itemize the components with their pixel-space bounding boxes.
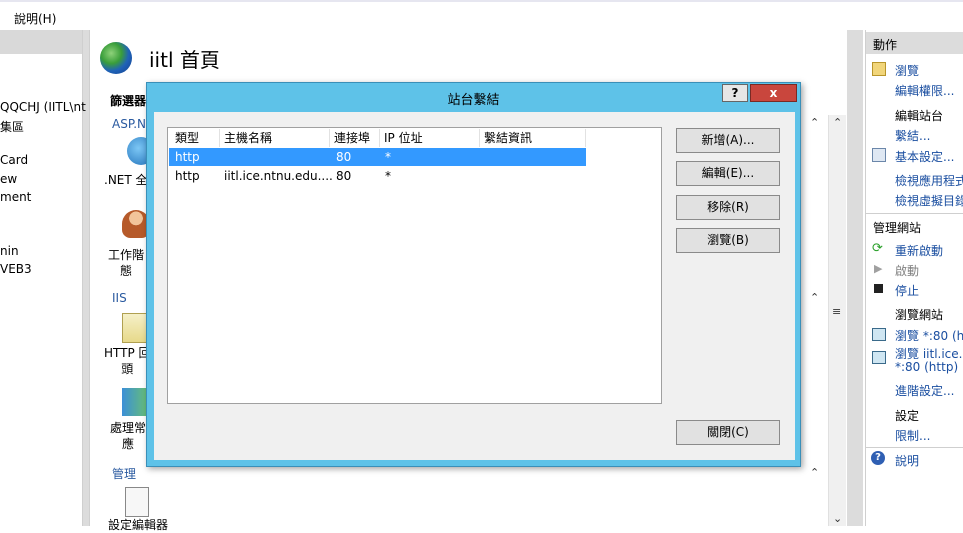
actions-title: 動作 (873, 38, 898, 52)
binding-row-selected[interactable] (169, 148, 586, 166)
section-iis: IIS (112, 291, 127, 305)
row2-ip: * (385, 169, 391, 183)
action-bindings[interactable]: 繫結... (895, 127, 930, 144)
globe-icon (100, 42, 132, 74)
feature-handler-label[interactable]: 處理常 應 (110, 420, 146, 452)
scroll-up-icon[interactable]: ⌃ (810, 116, 819, 129)
feature-session-label[interactable]: 工作階 態 (108, 247, 144, 279)
browse-80-icon (872, 328, 886, 341)
add-button[interactable]: 新增(A)... (676, 128, 780, 153)
tree-item-management[interactable]: ment (0, 190, 31, 204)
tree-item-card[interactable]: Card (0, 153, 28, 167)
connections-pane-header (0, 30, 82, 54)
row2-type: http (175, 169, 200, 183)
feature-dotnet-label[interactable]: .NET 全 (104, 172, 148, 188)
browse-folder-icon (872, 62, 886, 76)
settings-heading: 設定 (895, 409, 920, 423)
edit-site-heading: 編輯站台 (895, 109, 944, 123)
row1-ip: * (385, 150, 391, 164)
row2-host: iitl.ice.ntnu.edu.... (224, 169, 333, 183)
column-binding-info[interactable]: 繫結資訊 (480, 129, 586, 147)
actions-separator (866, 213, 963, 214)
browse-iitl-icon (872, 351, 886, 364)
page-title: iitl 首頁 (149, 48, 220, 72)
column-type[interactable]: 類型 (171, 129, 220, 147)
filter-label: 篩選器 (110, 94, 147, 108)
section-aspnet: ASP.N (112, 117, 146, 131)
scroll-grip-icon[interactable]: ≡ (832, 305, 841, 318)
dialog-close-button[interactable]: x (750, 84, 797, 102)
tree-item-web3[interactable]: VEB3 (0, 262, 32, 276)
menu-bar (0, 0, 963, 30)
basic-settings-icon (872, 148, 886, 162)
row1-port: 80 (336, 150, 352, 164)
edit-button[interactable]: 編輯(E)... (676, 161, 780, 186)
action-browse[interactable]: 瀏覽 (895, 62, 919, 79)
section-management: 管理 (112, 467, 137, 481)
action-view-applications[interactable]: 檢視應用程式 (895, 172, 963, 189)
action-stop[interactable]: 停止 (895, 282, 919, 299)
column-host-name[interactable]: 主機名稱 (220, 129, 330, 147)
column-ip-address[interactable]: IP 位址 (380, 129, 480, 147)
action-view-virtual-directories[interactable]: 檢視虛擬目錄 (895, 192, 963, 209)
menu-help[interactable]: 說明(H) (14, 10, 56, 27)
dialog-help-button[interactable]: ? (722, 84, 748, 102)
action-advanced-settings[interactable]: 進階設定... (895, 382, 954, 399)
stop-icon (874, 284, 883, 293)
action-start: 啟動 (895, 264, 920, 278)
start-icon: ▶ (874, 262, 883, 275)
action-browse-iitl-port[interactable]: *:80 (http) (895, 360, 958, 374)
remove-button[interactable]: 移除(R) (676, 195, 780, 220)
close-button[interactable]: 關閉(C) (676, 420, 780, 445)
row2-port: 80 (336, 169, 352, 183)
action-limits[interactable]: 限制... (895, 427, 930, 444)
tree-item-view[interactable]: ew (0, 172, 17, 186)
tree-item-server[interactable]: QQCHJ (IITL\nt (0, 100, 86, 114)
restart-icon: ⟳ (872, 241, 883, 256)
help-icon: ? (871, 451, 885, 465)
tree-item-app-pools[interactable]: 集區 (0, 118, 24, 135)
scroll-down-arrow-icon[interactable]: ⌄ (833, 512, 842, 525)
dialog-title: 站台繫結 (447, 93, 500, 108)
column-port[interactable]: 連接埠 (330, 129, 380, 147)
feature-http-label[interactable]: HTTP 回 頭 (104, 345, 151, 377)
action-browse-80[interactable]: 瀏覽 *:80 (ht (895, 327, 963, 344)
collapse-iis-icon[interactable]: ⌃ (810, 291, 819, 304)
tree-item-admin[interactable]: nin (0, 244, 19, 258)
configuration-editor-icon[interactable] (125, 487, 149, 517)
feature-config-editor-label[interactable]: 設定編輯器 (108, 517, 168, 533)
scroll-up-arrow-icon[interactable]: ⌃ (833, 116, 842, 129)
actions-separator-2 (866, 447, 963, 448)
action-restart[interactable]: 重新啟動 (895, 242, 943, 259)
action-edit-permissions[interactable]: 編輯權限... (895, 82, 954, 99)
features-scrollbar[interactable] (828, 115, 846, 526)
action-help[interactable]: 說明 (895, 452, 919, 469)
manage-site-heading: 管理網站 (873, 221, 922, 235)
browse-site-heading: 瀏覽網站 (895, 308, 944, 322)
collapse-management-icon[interactable]: ⌃ (810, 466, 819, 479)
action-basic-settings[interactable]: 基本設定... (895, 148, 954, 165)
row1-type: http (175, 150, 200, 164)
browse-button[interactable]: 瀏覽(B) (676, 228, 780, 253)
